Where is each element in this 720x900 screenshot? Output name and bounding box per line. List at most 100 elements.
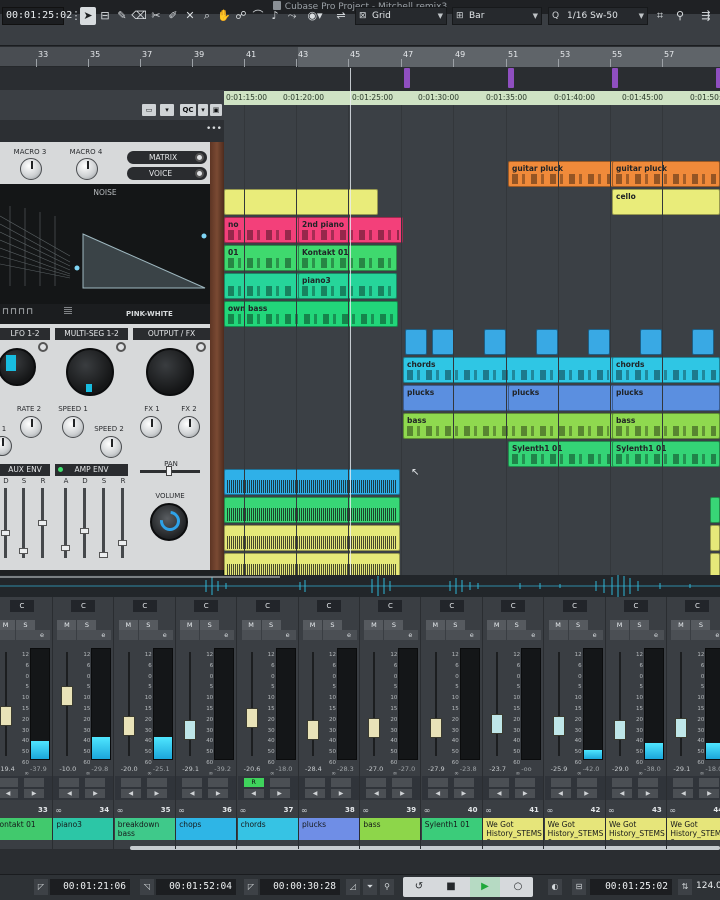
channel-name-label[interactable]: chops [176,818,237,840]
solo-button[interactable]: S [200,620,220,630]
record-enable-button[interactable] [261,630,281,640]
marker-flag[interactable] [404,68,410,88]
clip-plucks-1[interactable]: plucks [403,385,509,411]
monitor-button[interactable] [241,630,261,640]
channel-prev-icon[interactable]: ◀ [489,789,510,798]
mute-button[interactable]: M [57,620,77,630]
lfo-power-icon[interactable] [38,342,48,352]
channel-routing-label[interactable]: C [132,600,157,612]
tempo-display[interactable]: 124.0 [696,881,720,891]
metronome-icon[interactable]: ⚲ [672,7,688,25]
channel-routing-label[interactable]: C [10,600,34,612]
read-automation-button[interactable] [612,778,632,787]
solo-button[interactable]: S [384,620,404,630]
left-locator-icon[interactable]: ◸ [34,879,48,895]
matrix-button[interactable]: MATRIX [127,151,207,164]
erase-tool-icon[interactable]: ⌫ [131,7,147,25]
clip-sylenth-2[interactable]: Sylenth1 01 [612,441,720,467]
read-automation-button[interactable] [489,778,510,787]
volume-fader-handle[interactable] [675,718,688,738]
write-automation-button[interactable] [85,778,106,787]
channel-next-icon[interactable]: ▶ [576,789,597,798]
clip-audio-stem-3[interactable] [224,525,400,551]
record-enable-button[interactable] [16,630,35,640]
clip-bass-1[interactable]: bass [403,413,613,439]
channel-prev-icon[interactable]: ◀ [366,789,387,798]
monitor-button[interactable] [303,630,322,640]
channel-name-label[interactable]: We Got History_STEMS 9 [544,818,605,840]
read-automation-button[interactable] [427,778,448,787]
read-automation-button[interactable]: R [243,778,264,787]
write-automation-button[interactable] [638,778,658,787]
secondary-display-icon[interactable]: ⊟ [572,879,586,895]
cycle-icon[interactable]: ↺ [404,877,434,897]
left-locator-display[interactable]: 00:01:21:06 [50,879,130,895]
channel-name-label[interactable]: Kontakt 01 [0,818,52,840]
read-automation-button[interactable] [182,778,203,787]
record-enable-button[interactable] [77,630,97,640]
waveform-select-icons[interactable]: ⊓⊓⊓⊓ [2,307,34,317]
edit-channel-button[interactable]: e [525,630,542,640]
write-automation-button[interactable] [453,778,474,787]
pan-handle[interactable] [166,466,172,476]
mute-button[interactable]: M [671,620,691,630]
channel-routing-label[interactable]: C [624,600,648,612]
channel-name-label[interactable]: chords [237,818,298,840]
channel-name-label[interactable]: We Got History_STEMS 9 [667,818,720,840]
glue-tool-icon[interactable]: ✐ [165,7,181,25]
channel-prev-icon[interactable]: ◀ [427,789,448,798]
read-automation-button[interactable] [120,778,141,787]
clip-plucks-2[interactable]: plucks [508,385,614,411]
volume-fader-handle[interactable] [429,718,442,738]
marker-flag[interactable] [716,68,720,88]
read-automation-button[interactable] [0,778,18,787]
monitor-button[interactable] [180,630,200,640]
channel-name-label[interactable]: Sylenth1 01 [421,818,482,840]
read-automation-button[interactable] [305,778,325,787]
monitor-button[interactable] [57,630,77,640]
clip-chops-4[interactable] [536,329,558,355]
range-length-display[interactable]: 00:00:30:28 [260,879,340,895]
volume-fader-track[interactable] [373,652,376,756]
macro4-knob[interactable] [76,158,98,180]
channel-next-icon[interactable]: ▶ [146,789,167,798]
write-automation-button[interactable] [269,778,290,787]
channel-next-icon[interactable]: ▶ [453,789,474,798]
channel-next-icon[interactable]: ▶ [85,789,106,798]
mute-button[interactable]: M [118,620,138,630]
macro3-knob[interactable] [20,158,42,180]
clip-sylenth-1[interactable]: Sylenth1 01 [508,441,614,467]
record-icon[interactable]: ○ [503,877,533,897]
clip-audio-stem-6[interactable] [710,525,720,551]
plugin-dropdown-icon[interactable]: ▾ [198,104,208,116]
channel-next-icon[interactable]: ▶ [699,789,720,798]
volume-fader-track[interactable] [5,652,7,756]
volume-fader-track[interactable] [312,652,314,756]
noise-handle-icon-2[interactable] [201,233,207,239]
fx1-knob[interactable] [140,416,162,438]
volume-fader-handle[interactable] [307,720,319,740]
edit-channel-button[interactable]: e [279,630,296,640]
channel-routing-label[interactable]: C [439,600,464,612]
clip-cello[interactable]: cello [612,189,720,215]
edit-channel-button[interactable]: e [218,630,235,640]
volume-fader-handle[interactable] [184,720,197,740]
channel-name-label[interactable]: breakdown bass [114,818,175,840]
speed1-knob[interactable] [62,416,84,438]
env-fader-track[interactable] [4,488,7,558]
env-fader-handle[interactable] [1,530,10,536]
channel-routing-label[interactable]: C [71,600,96,612]
channel-next-icon[interactable]: ▶ [269,789,290,798]
volume-fader-handle[interactable] [614,720,626,740]
solo-button[interactable]: S [16,620,35,630]
channel-prev-icon[interactable]: ◀ [550,789,571,798]
monitor-button[interactable] [548,630,568,640]
env-fader-handle[interactable] [80,528,89,534]
edit-channel-button[interactable]: e [463,630,480,640]
piano-icon[interactable]: 𝄙 [64,305,72,316]
write-automation-button[interactable] [576,778,597,787]
channel-prev-icon[interactable]: ◀ [120,789,141,798]
output-display[interactable] [146,348,194,396]
hand-tool-icon[interactable]: ✋ [216,7,232,25]
volume-fader-track[interactable] [496,652,499,756]
